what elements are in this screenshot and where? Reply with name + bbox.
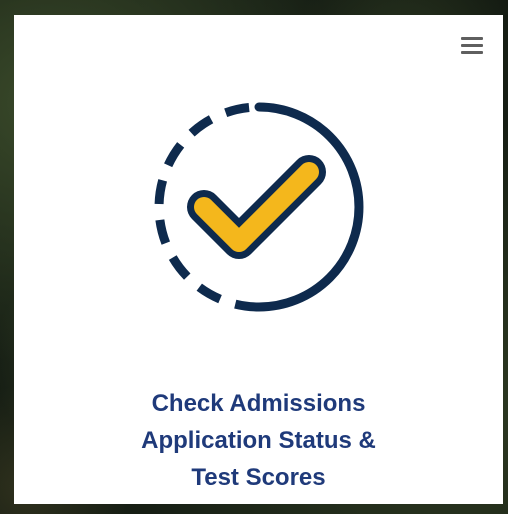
hamburger-menu-icon-bar bbox=[461, 43, 483, 47]
tile-title: Check Admissions Application Status & Te… bbox=[14, 385, 503, 496]
hamburger-menu-icon-bar bbox=[461, 36, 483, 40]
dashed-circle-checkmark-icon bbox=[154, 102, 364, 312]
tile-title-line: Check Admissions bbox=[151, 390, 366, 417]
hamburger-menu-icon-bar bbox=[461, 50, 483, 54]
admissions-status-tile[interactable]: Check Admissions Application Status & Te… bbox=[14, 15, 503, 504]
tile-title-line: Application Status & bbox=[141, 427, 376, 454]
tile-title-line: Test Scores bbox=[191, 464, 326, 491]
tile-menu-button[interactable] bbox=[461, 33, 485, 57]
